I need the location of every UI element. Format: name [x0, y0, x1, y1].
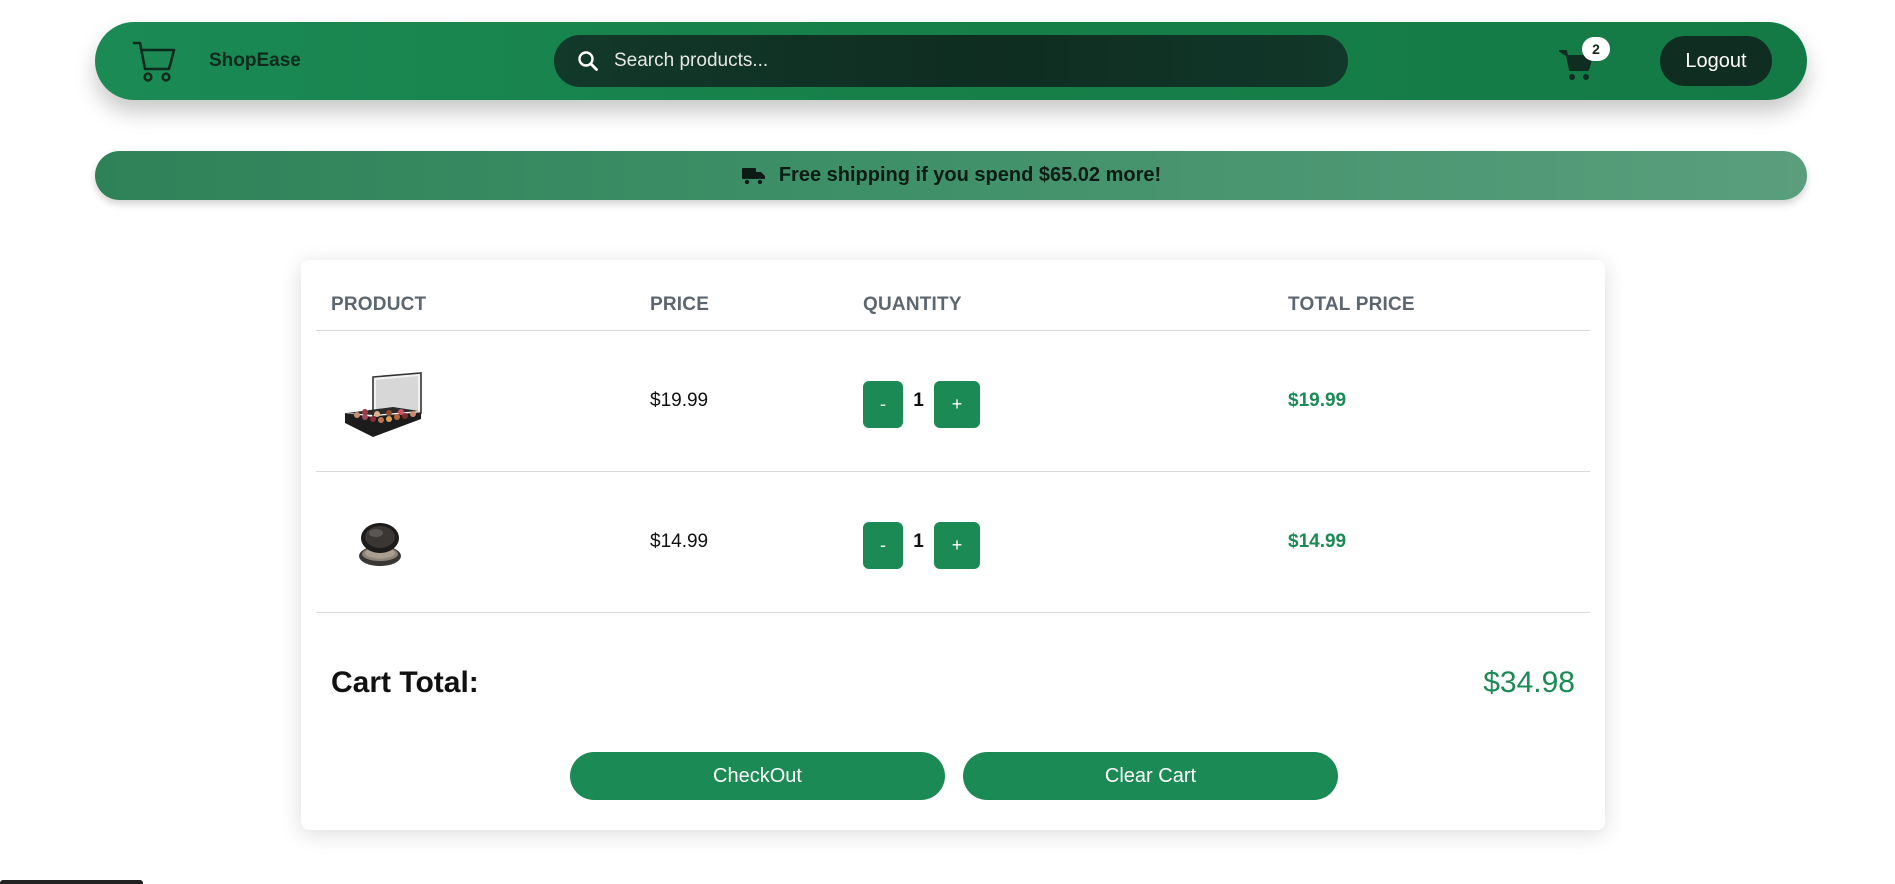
- increase-quantity-button[interactable]: +: [934, 381, 980, 428]
- brand-name: ShopEase: [209, 50, 301, 71]
- free-shipping-banner: Free shipping if you spend $65.02 more!: [95, 151, 1807, 200]
- cart-total-label: Cart Total:: [331, 666, 479, 699]
- item-total-price: $19.99: [1288, 390, 1347, 411]
- header-product: PRODUCT: [331, 294, 427, 315]
- item-price: $19.99: [650, 390, 709, 411]
- cart-button[interactable]: 2: [1559, 37, 1610, 84]
- truck-icon: [741, 167, 765, 185]
- increase-quantity-button[interactable]: +: [934, 522, 980, 569]
- decrease-quantity-button[interactable]: -: [863, 381, 903, 428]
- cart-card: PRODUCT PRICE QUANTITY TOTAL PRICE $19.9…: [301, 260, 1605, 830]
- decrease-quantity-button[interactable]: -: [863, 522, 903, 569]
- search-bar: [554, 35, 1348, 87]
- bottom-edge-strip: [0, 880, 143, 884]
- item-total-price: $14.99: [1288, 531, 1347, 552]
- cart-page: ShopEase 2 Logout Free shippin: [0, 0, 1895, 884]
- checkout-button[interactable]: CheckOut: [570, 752, 945, 800]
- magnifier-icon: [578, 51, 598, 71]
- logout-button[interactable]: Logout: [1660, 36, 1772, 86]
- eyeshadow-palette-image: [345, 372, 422, 437]
- header-quantity: QUANTITY: [863, 294, 962, 315]
- brand-link[interactable]: ShopEase: [131, 37, 301, 85]
- header-price: PRICE: [650, 294, 710, 315]
- search-input[interactable]: [614, 41, 1348, 81]
- compact-powder-image: [359, 523, 401, 566]
- cart-total-value: $34.98: [1483, 666, 1575, 699]
- header-total-price: TOTAL PRICE: [1288, 294, 1415, 315]
- item-quantity: 1: [913, 531, 924, 552]
- cart-row: $19.99 - 1 + $19.99: [316, 331, 1590, 472]
- cart-count-badge: 2: [1582, 37, 1610, 61]
- free-shipping-text: Free shipping if you spend $65.02 more!: [778, 164, 1162, 186]
- navbar: ShopEase 2 Logout: [95, 22, 1807, 100]
- clear-cart-button[interactable]: Clear Cart: [963, 752, 1338, 800]
- cart-outline-icon: [132, 41, 176, 82]
- cart-row: $14.99 - 1 + $14.99: [316, 472, 1590, 613]
- item-quantity: 1: [913, 390, 924, 411]
- cart-table-header: PRODUCT PRICE QUANTITY TOTAL PRICE: [316, 260, 1590, 331]
- item-price: $14.99: [650, 531, 709, 552]
